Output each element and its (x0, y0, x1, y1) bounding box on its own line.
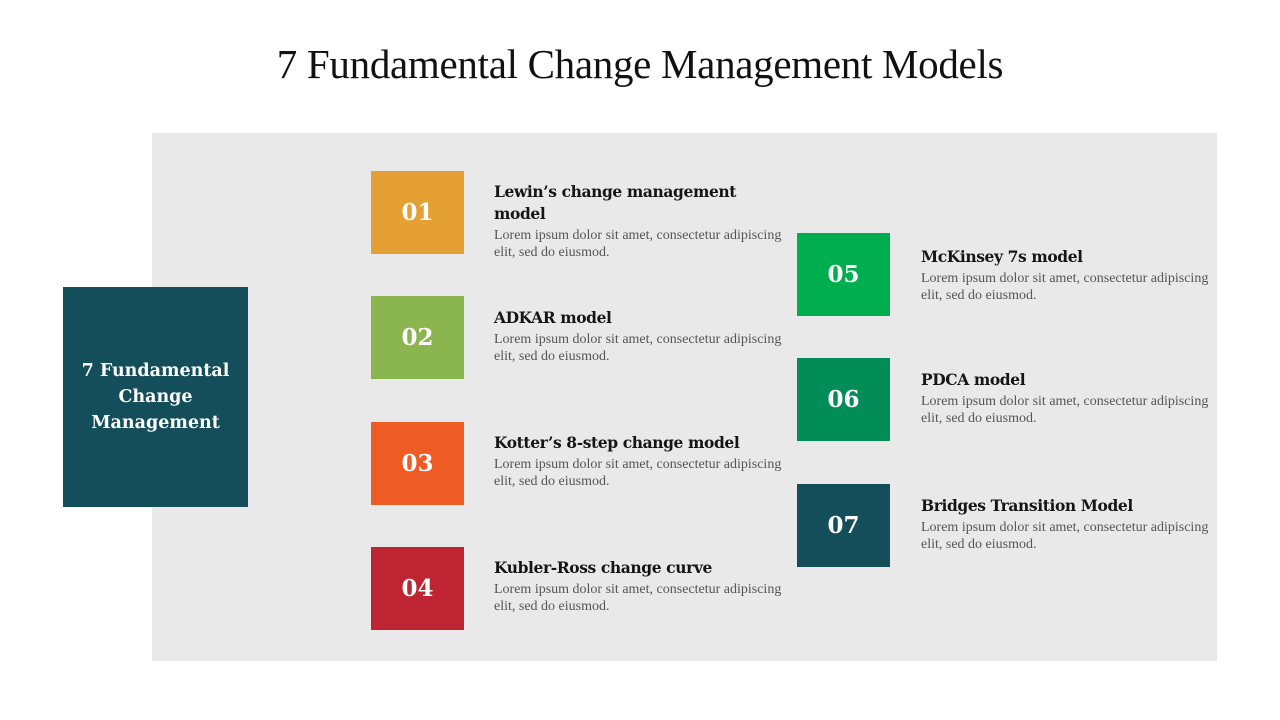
number-label: 06 (827, 386, 860, 413)
number-label: 01 (401, 199, 434, 226)
model-description: Lorem ipsum dolor sit amet, consectetur … (921, 520, 1209, 552)
model-description: Lorem ipsum dolor sit amet, consectetur … (921, 394, 1209, 426)
model-heading: McKinsey 7s model (921, 247, 1083, 266)
number-box-03: 03 (371, 422, 464, 505)
model-item-05: McKinsey 7s model Lorem ipsum dolor sit … (921, 246, 1211, 304)
number-box-01: 01 (371, 171, 464, 254)
number-box-04: 04 (371, 547, 464, 630)
model-description: Lorem ipsum dolor sit amet, consectetur … (494, 332, 782, 364)
number-label: 02 (401, 324, 434, 351)
number-label: 04 (401, 575, 434, 602)
model-item-03: Kotter’s 8-step change model Lorem ipsum… (494, 432, 784, 490)
model-item-06: PDCA model Lorem ipsum dolor sit amet, c… (921, 369, 1211, 427)
model-heading: PDCA model (921, 370, 1026, 389)
center-label-box: 7 Fundamental Change Management (63, 287, 248, 507)
number-box-07: 07 (797, 484, 890, 567)
center-label: 7 Fundamental Change Management (81, 361, 230, 433)
number-box-02: 02 (371, 296, 464, 379)
model-description: Lorem ipsum dolor sit amet, consectetur … (494, 228, 782, 260)
model-heading: ADKAR model (494, 308, 612, 327)
model-item-07: Bridges Transition Model Lorem ipsum dol… (921, 495, 1211, 553)
number-box-06: 06 (797, 358, 890, 441)
model-item-02: ADKAR model Lorem ipsum dolor sit amet, … (494, 307, 784, 365)
model-heading: Kubler-Ross change curve (494, 558, 712, 577)
number-label: 05 (827, 261, 860, 288)
model-item-01: Lewin’s change management model Lorem ip… (494, 181, 784, 261)
model-description: Lorem ipsum dolor sit amet, consectetur … (494, 582, 782, 614)
model-description: Lorem ipsum dolor sit amet, consectetur … (921, 271, 1209, 303)
model-heading: Kotter’s 8-step change model (494, 433, 740, 452)
model-heading: Bridges Transition Model (921, 496, 1133, 515)
model-item-04: Kubler-Ross change curve Lorem ipsum dol… (494, 557, 784, 615)
number-label: 07 (827, 512, 860, 539)
model-heading: Lewin’s change management model (494, 182, 737, 223)
number-label: 03 (401, 450, 434, 477)
model-description: Lorem ipsum dolor sit amet, consectetur … (494, 457, 782, 489)
number-box-05: 05 (797, 233, 890, 316)
slide-title: 7 Fundamental Change Management Models (276, 41, 1004, 87)
